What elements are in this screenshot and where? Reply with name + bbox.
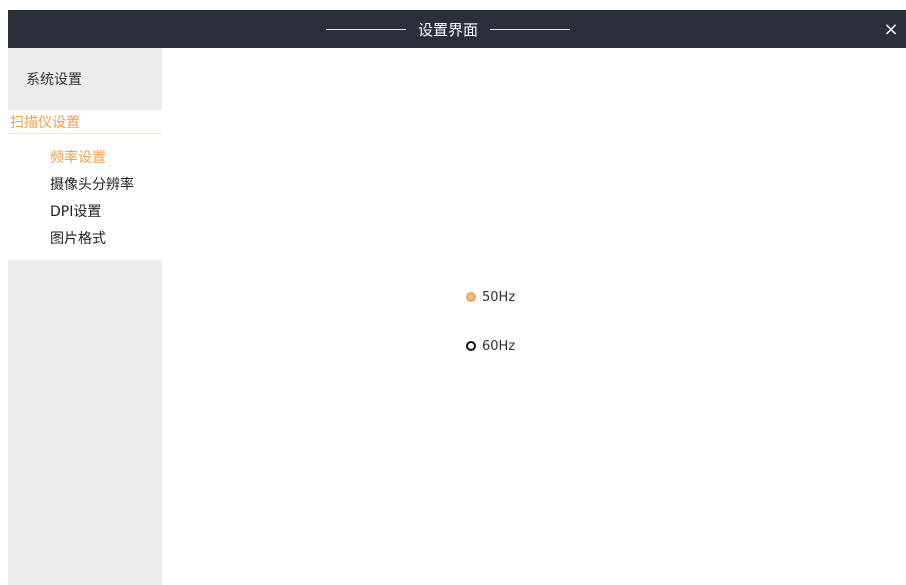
- window-title: 设置界面: [417, 20, 478, 39]
- radio-option-60hz[interactable]: 60Hz: [466, 336, 515, 356]
- sub-item-dpi[interactable]: DPI设置: [50, 200, 101, 222]
- title-group: 设置界面: [318, 10, 578, 48]
- radio-checked-icon: [466, 292, 476, 302]
- title-right-line: [490, 28, 570, 30]
- sub-item-camera-resolution[interactable]: 摄像头分辨率: [50, 173, 134, 195]
- settings-window: 设置界面 × 系统设置 扫描仪设置 频率设置 摄像头分辨率 DPI设置 图片格式…: [8, 10, 906, 585]
- sub-item-image-format[interactable]: 图片格式: [50, 227, 106, 249]
- radio-label-50hz: 50Hz: [482, 289, 516, 305]
- title-left-line: [325, 28, 406, 30]
- radio-unchecked-icon: [466, 341, 476, 351]
- nav-panel-scanner: 扫描仪设置 频率设置 摄像头分辨率 DPI设置 图片格式: [8, 110, 162, 260]
- radio-option-50hz[interactable]: 50Hz: [466, 287, 515, 307]
- radio-label-60hz: 60Hz: [482, 338, 516, 354]
- title-bar: 设置界面 ×: [8, 10, 906, 48]
- nav-item-system-settings[interactable]: 系统设置: [8, 48, 162, 110]
- close-icon: ×: [883, 18, 899, 40]
- close-button[interactable]: ×: [876, 10, 906, 48]
- sidebar: 系统设置 扫描仪设置 频率设置 摄像头分辨率 DPI设置 图片格式: [8, 48, 162, 585]
- nav-item-scanner-settings[interactable]: 扫描仪设置: [8, 110, 162, 134]
- sub-item-frequency[interactable]: 频率设置: [50, 146, 106, 168]
